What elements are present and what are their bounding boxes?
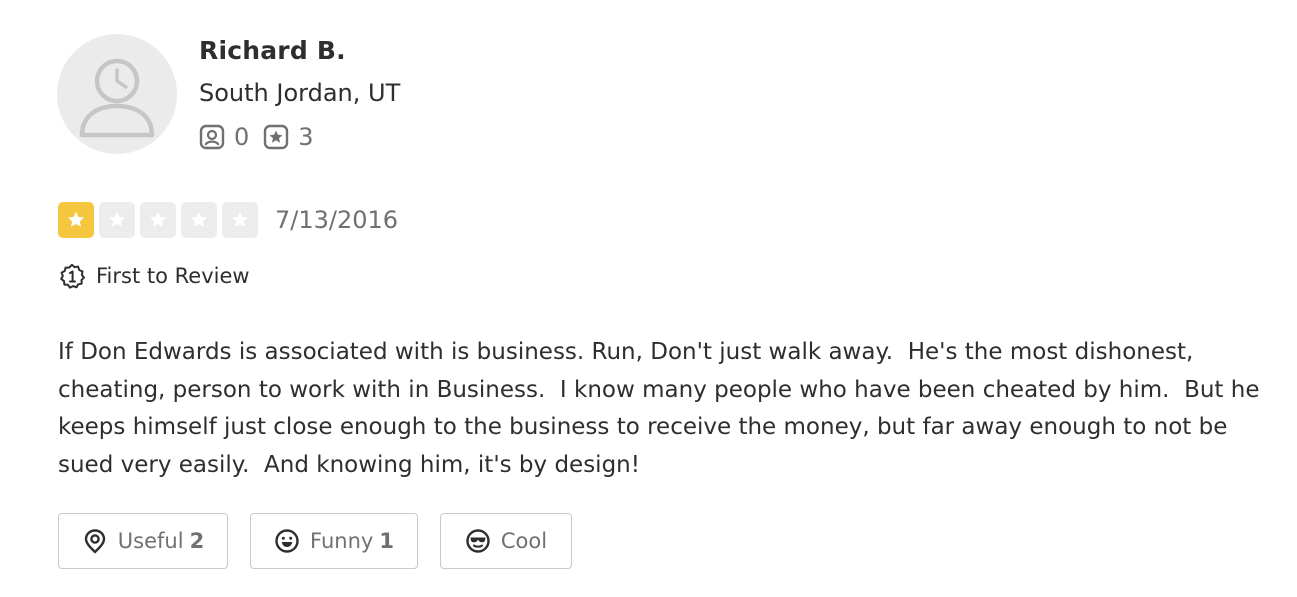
funny-button[interactable]: Funny 1 [250,513,418,569]
smile-icon [275,529,299,553]
star-icon [231,211,249,227]
star-empty [99,202,135,238]
review-text: If Don Edwards is associated with is bus… [58,339,1267,478]
first-to-review-badge: First to Review [59,263,250,289]
friends-stat: 0 [199,123,249,151]
default-user-icon [79,58,155,138]
cool-label: Cool [500,529,548,553]
reviewer-name[interactable]: Richard B. [199,36,346,65]
review-date: 7/13/2016 [275,206,399,234]
star-icon [149,211,167,227]
funny-count: 1 [379,529,394,553]
star-empty [140,202,176,238]
reviewer-location: South Jordan, UT [199,79,401,107]
first-to-review-label: First to Review [96,264,250,288]
friends-count: 0 [234,123,250,151]
reviewer-stats: 0 3 [199,123,328,151]
star-icon [190,211,208,227]
reviews-star-icon [264,124,289,150]
reviews-count: 3 [298,123,314,151]
star-filled [58,202,94,238]
rating-row: 7/13/2016 [58,202,398,238]
useful-button[interactable]: Useful 2 [58,513,228,569]
friends-icon [199,124,225,150]
star-empty [181,202,217,238]
sunglasses-icon [466,529,490,553]
star-empty [222,202,258,238]
avatar[interactable] [57,34,177,154]
review-card: Richard B. South Jordan, UT 0 3 7/13/201… [0,0,1297,597]
funny-label: Funny [310,529,374,553]
reaction-buttons: Useful 2 Funny 1 Cool [58,513,594,569]
star-rating [58,202,263,238]
cool-button[interactable]: Cool [440,513,572,569]
useful-label: Useful [117,529,184,553]
reviews-stat: 3 [263,123,314,151]
lightbulb-icon [84,529,105,554]
first-badge-icon [60,263,85,289]
star-icon [67,211,85,227]
useful-count: 2 [189,529,205,553]
star-icon [108,211,126,227]
